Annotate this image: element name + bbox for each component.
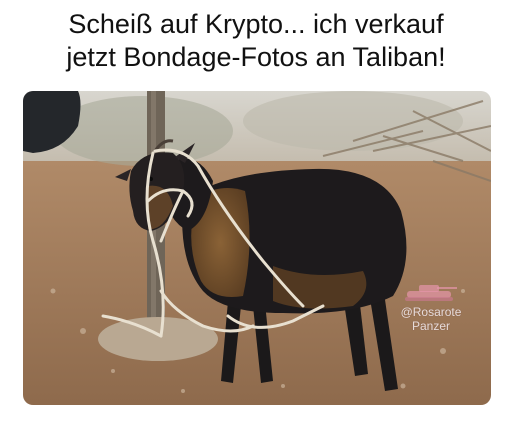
watermark-handle: @Rosarote xyxy=(400,305,462,319)
meme-caption: Scheiß auf Krypto... ich verkauf jetzt B… xyxy=(0,8,512,74)
watermark: @Rosarote Panzer xyxy=(381,281,481,333)
goat-photo: @Rosarote Panzer xyxy=(23,91,491,405)
tank-icon xyxy=(405,285,457,301)
caption-line-2: jetzt Bondage-Fotos an Taliban! xyxy=(66,42,446,72)
watermark-name: Panzer xyxy=(411,319,451,333)
caption-line-1: Scheiß auf Krypto... ich verkauf xyxy=(68,9,444,39)
meme-image: Scheiß auf Krypto... ich verkauf jetzt B… xyxy=(0,0,512,421)
